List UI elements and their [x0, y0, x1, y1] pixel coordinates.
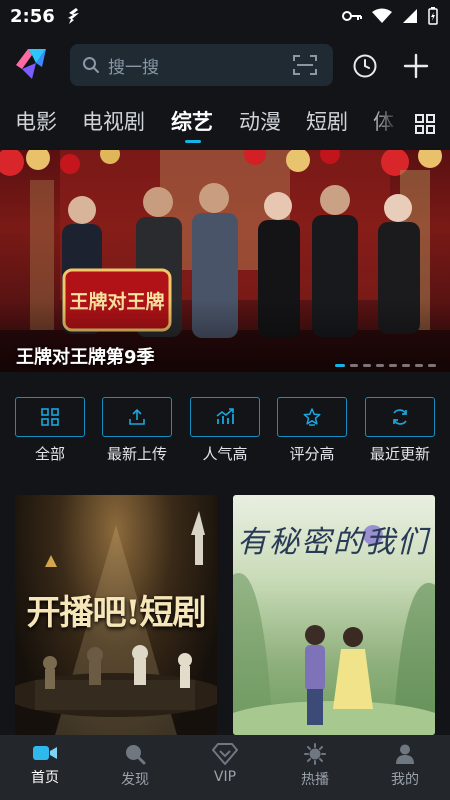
poster-title-art: 开播吧!短剧: [26, 593, 207, 633]
carousel-dot: [415, 364, 423, 367]
star-icon: [303, 408, 321, 426]
filter-box: [277, 397, 347, 437]
category-grid-button[interactable]: [400, 100, 450, 148]
filter-all-button[interactable]: 全部: [15, 397, 85, 464]
poster-title-art: 有秘密的我们: [237, 525, 429, 560]
search-placeholder: 搜一搜: [108, 57, 159, 78]
upload-icon: [129, 408, 145, 425]
carousel-dot: [402, 364, 410, 367]
banner-artwork: 王牌对王牌: [0, 150, 450, 372]
filter-box: [190, 397, 260, 437]
scan-icon[interactable]: [293, 54, 317, 76]
filter-label: 人气高: [202, 445, 248, 463]
carousel-dot: [389, 364, 397, 367]
nav-trending[interactable]: 热播: [270, 735, 360, 800]
history-icon[interactable]: [352, 53, 378, 79]
tab-short-drama[interactable]: 短剧: [306, 106, 348, 136]
person-icon: [396, 744, 414, 764]
filter-popular-button[interactable]: 人气高: [190, 397, 260, 464]
carousel-dot: [376, 364, 384, 367]
filter-latest-upload-button[interactable]: 最新上传: [102, 397, 172, 464]
key-icon: [342, 11, 362, 21]
tab-variety[interactable]: 综艺: [171, 106, 213, 136]
diamond-icon: [212, 743, 238, 765]
refresh-icon: [393, 409, 407, 425]
bottom-navigation: 首页 发现 VIP 热播 我的: [0, 735, 450, 800]
filter-box: [102, 397, 172, 437]
nav-label: 发现: [121, 772, 149, 788]
filter-label: 最新上传: [106, 445, 167, 463]
filter-recently-updated-button[interactable]: 最近更新: [365, 397, 435, 464]
nav-vip[interactable]: VIP: [180, 735, 270, 800]
tabs-fade: [370, 100, 400, 148]
search-icon: [126, 745, 146, 765]
notification-icon: [67, 8, 79, 24]
search-input[interactable]: 搜一搜: [70, 44, 333, 86]
poster-card[interactable]: 开播吧!短剧: [15, 495, 217, 735]
filter-label: 评分高: [289, 445, 335, 463]
tab-movies[interactable]: 电影: [15, 106, 57, 136]
tab-tv-series[interactable]: 电视剧: [82, 106, 145, 136]
status-bar: 2:56: [0, 0, 450, 32]
nav-home[interactable]: 首页: [0, 735, 90, 800]
carousel-dot: [350, 364, 358, 367]
carousel-dot: [335, 364, 345, 367]
grid-menu-icon: [415, 114, 435, 134]
nav-discover[interactable]: 发现: [90, 735, 180, 800]
battery-icon: [428, 7, 438, 25]
banner-title: 王牌对王牌第9季: [16, 347, 155, 368]
nav-label: VIP: [213, 769, 237, 785]
filter-box: [15, 397, 85, 437]
signal-icon: [403, 9, 417, 23]
top-bar: 搜一搜: [0, 40, 450, 90]
nav-profile[interactable]: 我的: [360, 735, 450, 800]
app-logo[interactable]: [12, 45, 50, 83]
search-icon: [83, 57, 99, 73]
tab-anime[interactable]: 动漫: [239, 106, 281, 136]
nav-label: 我的: [391, 772, 419, 788]
filter-label: 全部: [34, 445, 65, 463]
wifi-icon: [372, 8, 392, 23]
featured-banner[interactable]: 王牌对王牌 王牌对王牌第9季: [0, 150, 450, 372]
filter-box: [365, 397, 435, 437]
nav-label: 首页: [31, 770, 59, 786]
trend-chart-icon: [216, 408, 234, 424]
status-time: 2:56: [10, 5, 55, 27]
grid-icon: [41, 408, 59, 426]
add-icon[interactable]: [402, 52, 430, 80]
category-tabs: 电影 电视剧 综艺 动漫 短剧 体: [0, 100, 450, 148]
poster-card[interactable]: 有秘密的我们: [233, 495, 435, 735]
carousel-dot: [428, 364, 436, 367]
nav-label: 热播: [301, 772, 329, 788]
filter-label: 最近更新: [369, 445, 430, 463]
active-tab-indicator: [185, 140, 201, 143]
filter-top-rated-button[interactable]: 评分高: [277, 397, 347, 464]
sun-icon: [304, 743, 326, 765]
carousel-dot: [363, 364, 371, 367]
video-camera-icon: [33, 746, 57, 760]
carousel-indicator: [335, 364, 436, 367]
filter-row: 全部 最新上传 人气高 评分高 最近更新: [0, 397, 450, 467]
